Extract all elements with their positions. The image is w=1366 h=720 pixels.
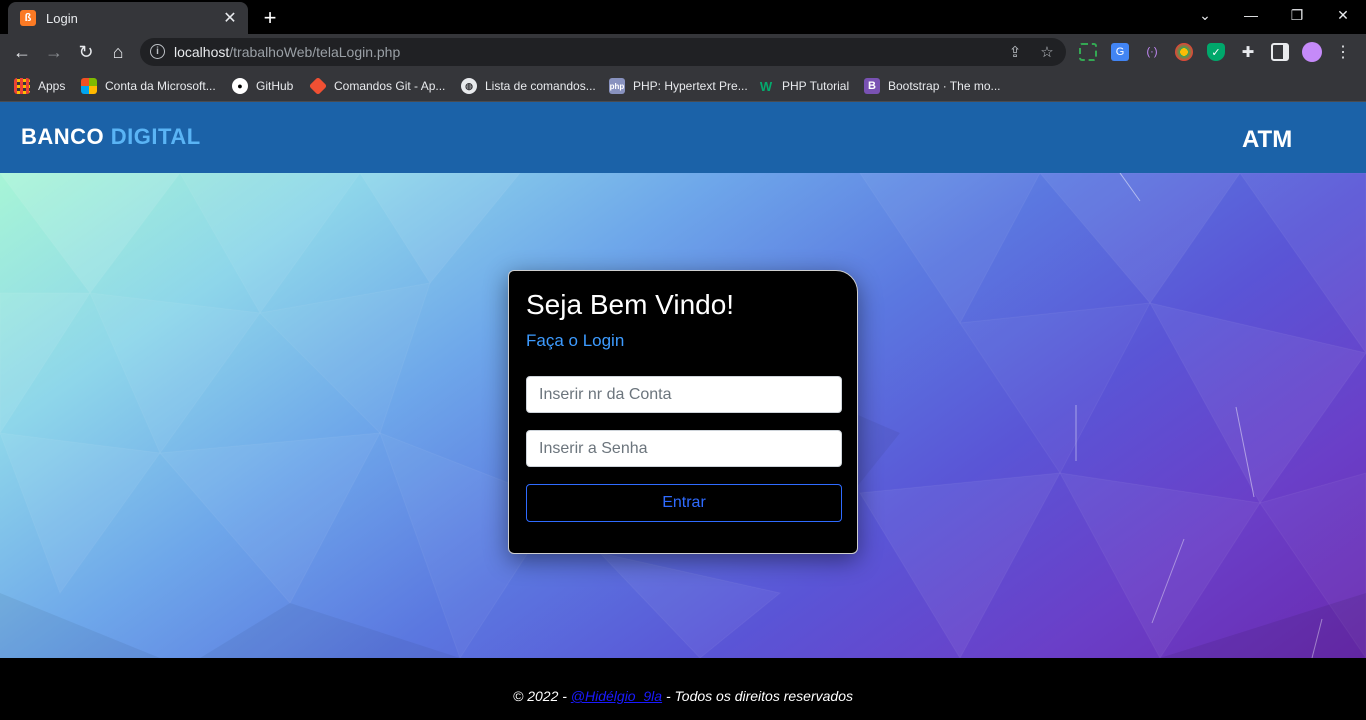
color-extension-icon[interactable] [1175, 43, 1193, 61]
w3schools-icon: W [759, 78, 773, 94]
php-icon: php [609, 78, 625, 94]
shield-extension-icon[interactable]: ✓ [1207, 43, 1225, 61]
password-input[interactable] [526, 430, 842, 467]
login-subtitle: Faça o Login [526, 331, 625, 350]
bookmark-microsoft[interactable]: Conta da Microsoft... [81, 76, 216, 96]
url-host: localhost [174, 44, 230, 60]
close-window-icon[interactable]: ✕ [1320, 0, 1366, 30]
git-icon [308, 76, 328, 96]
bookmark-label: PHP: Hypertext Pre... [633, 79, 748, 93]
bookmark-php-tutorial[interactable]: W PHP Tutorial [758, 76, 849, 96]
bookmark-label: PHP Tutorial [782, 79, 850, 93]
page-content: BANCO DIGITAL ATM Seja Bem Vindo! Faça o… [0, 102, 1366, 720]
tab-title: Login [46, 10, 78, 26]
bookmark-star-icon[interactable]: ☆ [1038, 43, 1056, 61]
bookmark-bootstrap[interactable]: B Bootstrap · The mo... [864, 76, 1001, 96]
browser-toolbar: ← → ↻ ⌂ i localhost/trabalhoWeb/telaLogi… [0, 34, 1366, 70]
globe-icon: ◍ [461, 78, 477, 94]
extension-icon[interactable]: (·) [1143, 43, 1161, 61]
bookmark-git[interactable]: Comandos Git - Ap... [308, 76, 446, 96]
bookmark-apps[interactable]: Apps [14, 76, 65, 96]
bookmark-label: Comandos Git - Ap... [334, 79, 446, 93]
login-card: Seja Bem Vindo! Faça o Login Entrar [508, 270, 858, 554]
browser-tab-bar: ß Login ✕ + ⌄ — ❐ ✕ [0, 0, 1366, 34]
tab-search-chevron-icon[interactable]: ⌄ [1182, 0, 1228, 30]
account-number-input[interactable] [526, 376, 842, 413]
bookmark-label: Lista de comandos... [485, 79, 596, 93]
home-icon[interactable]: ⌂ [105, 39, 131, 65]
new-tab-icon[interactable]: + [258, 5, 282, 30]
site-info-icon[interactable]: i [150, 44, 165, 59]
bootstrap-icon: B [864, 78, 880, 94]
login-submit-button[interactable]: Entrar [526, 484, 842, 522]
github-icon: ● [232, 78, 248, 94]
minimize-icon[interactable]: — [1228, 0, 1274, 30]
author-link[interactable]: @Hidélgio_9la [571, 688, 662, 704]
bookmark-label: GitHub [256, 79, 294, 93]
apps-grid-icon [14, 78, 30, 94]
login-title: Seja Bem Vindo! [526, 289, 735, 320]
xampp-favicon-icon: ß [20, 10, 36, 26]
bookmark-php[interactable]: php PHP: Hypertext Pre... [609, 76, 748, 96]
bookmark-label: Apps [38, 79, 66, 93]
microsoft-icon [81, 78, 97, 94]
bookmark-comandos[interactable]: ◍ Lista de comandos... [461, 76, 596, 96]
url-text: localhost/trabalhoWeb/telaLogin.php [174, 44, 400, 60]
screenshot-extension-icon[interactable] [1079, 43, 1097, 61]
footer-prefix: © 2022 - [513, 688, 571, 704]
browser-tab[interactable]: ß Login ✕ [8, 2, 248, 34]
footer-text: © 2022 - @Hidélgio_9la - Todos os direit… [0, 688, 1366, 704]
forward-icon[interactable]: → [41, 39, 67, 65]
site-header: BANCO DIGITAL ATM [0, 102, 1366, 173]
menu-kebab-icon[interactable]: ⋮ [1334, 43, 1352, 61]
back-icon[interactable]: ← [9, 39, 35, 65]
reload-icon[interactable]: ↻ [73, 39, 99, 65]
bookmark-github[interactable]: ● GitHub [232, 76, 293, 96]
atm-label: ATM [1242, 126, 1293, 153]
side-panel-icon[interactable] [1271, 43, 1289, 61]
site-footer: © 2022 - @Hidélgio_9la - Todos os direit… [0, 658, 1366, 720]
profile-avatar[interactable] [1302, 42, 1322, 62]
brand-accent: DIGITAL [110, 124, 201, 149]
extensions-puzzle-icon[interactable]: ✚ [1239, 43, 1257, 61]
share-icon[interactable]: ⇪ [1006, 43, 1024, 61]
bookmarks-bar: Apps Conta da Microsoft... ● GitHub Coma… [0, 70, 1366, 102]
hero-background: Seja Bem Vindo! Faça o Login Entrar [0, 173, 1366, 658]
close-tab-icon[interactable]: ✕ [220, 8, 240, 28]
footer-suffix: - Todos os direitos reservados [662, 688, 853, 704]
address-bar[interactable]: i localhost/trabalhoWeb/telaLogin.php ⇪ … [140, 38, 1066, 66]
url-path: /trabalhoWeb/telaLogin.php [229, 44, 401, 60]
brand-logo[interactable]: BANCO DIGITAL [21, 124, 201, 150]
bookmark-label: Conta da Microsoft... [105, 79, 216, 93]
bookmark-label: Bootstrap · The mo... [888, 79, 1001, 93]
restore-icon[interactable]: ❐ [1274, 0, 1320, 30]
translate-extension-icon[interactable]: G [1111, 43, 1129, 61]
brand-main: BANCO [21, 124, 105, 149]
